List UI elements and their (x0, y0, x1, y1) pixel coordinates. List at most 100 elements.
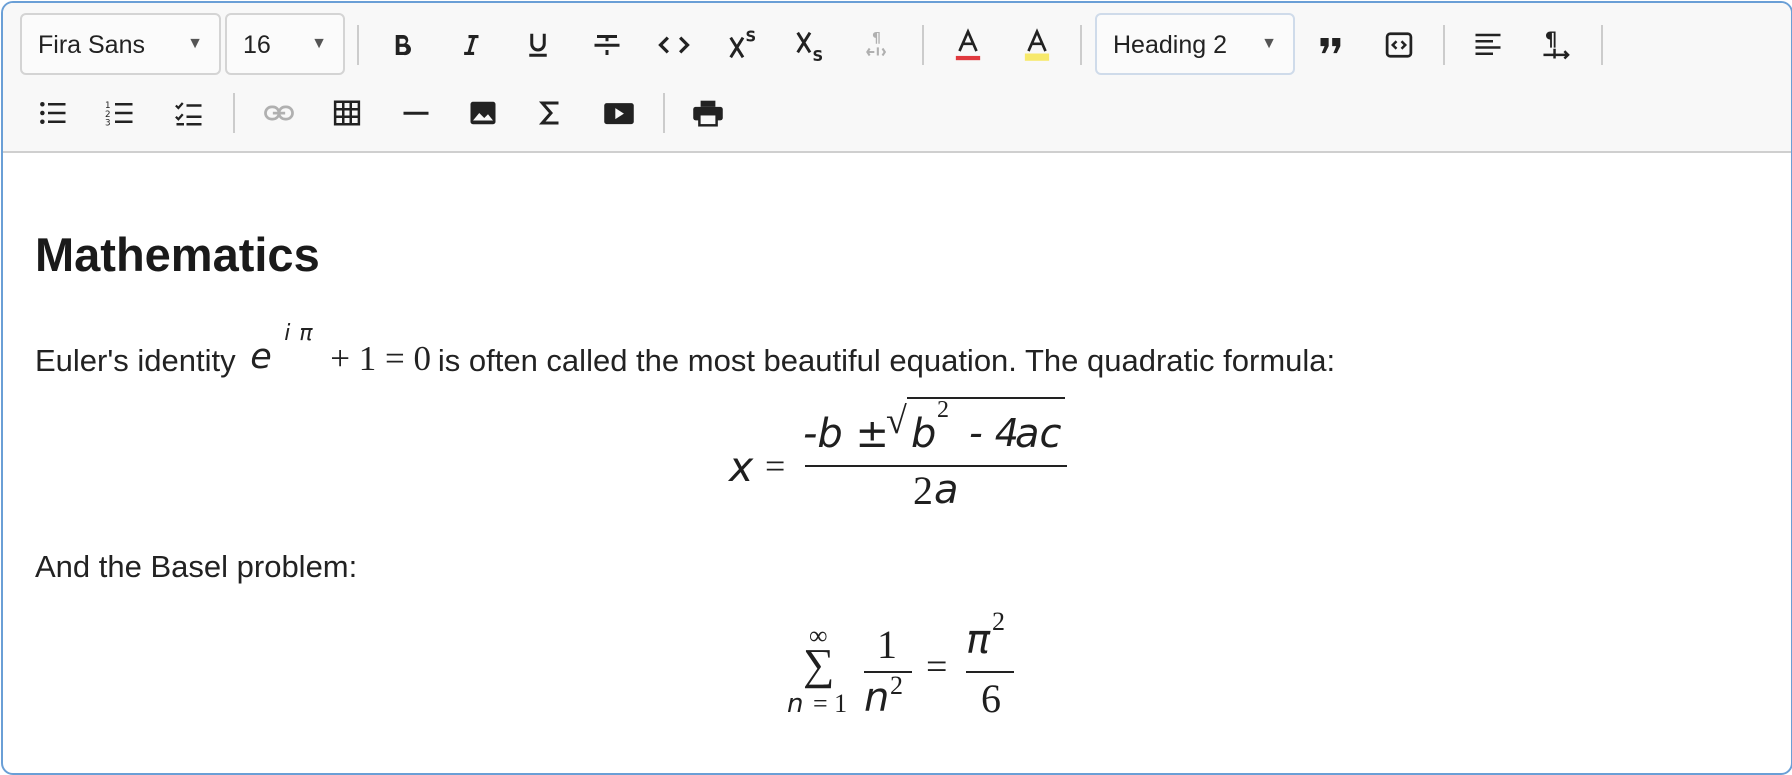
quote-icon (1317, 31, 1345, 59)
math-sigma: ∑ (803, 640, 835, 689)
underline-button[interactable] (510, 17, 566, 73)
strikethrough-button[interactable] (579, 17, 635, 73)
bullet-list-button[interactable] (25, 85, 81, 141)
table-button[interactable] (319, 85, 375, 141)
image-button[interactable] (455, 85, 511, 141)
underline-icon (523, 30, 553, 60)
block-style-value: Heading 2 (1113, 31, 1227, 59)
ordered-list-button[interactable]: 123 (92, 85, 148, 141)
block-style-select[interactable]: Heading 2 ▼ (1095, 13, 1295, 75)
toolbar-divider (357, 25, 359, 65)
ordered-list-icon: 123 (105, 98, 135, 128)
video-icon (603, 98, 635, 128)
print-button[interactable] (680, 85, 736, 141)
subscript-icon: S (794, 27, 826, 63)
heading-mathematics: Mathematics (35, 228, 320, 281)
math-rad-b: b (911, 411, 937, 457)
task-list-button[interactable] (161, 85, 217, 141)
horizontal-rule-button[interactable] (388, 85, 444, 141)
basel-formula: ∞ ∑ n = 1 1 n 2 = π 2 6 (783, 607, 1023, 729)
toolbar-row-1: Fira Sans ▼ 16 ▼ S S ¶ Heading 2 ▼ ¶ (3, 11, 1791, 77)
math-exp-pi: π (299, 321, 313, 346)
math-sum-lower-n: n (787, 689, 804, 719)
paragraph-text: Euler's identity (35, 343, 236, 378)
math-rest: + 1 = 0 (330, 339, 431, 378)
code-block-button[interactable] (1371, 17, 1427, 73)
math-den-a: a (934, 467, 959, 513)
chevron-down-icon: ▼ (1261, 35, 1277, 52)
highlight-icon (1022, 28, 1052, 62)
math-frac1-den-n: n (864, 675, 890, 721)
math-rad-exp: 2 (937, 397, 949, 423)
fraction-bar (966, 671, 1014, 673)
math-rad-minus-4: - 4 (969, 411, 1019, 455)
toolbar-divider (922, 25, 924, 65)
math-radical: √ (886, 400, 907, 442)
math-equals: = (926, 646, 948, 688)
video-button[interactable] (591, 85, 647, 141)
paragraph-text: is often called the most beautiful equat… (437, 343, 1336, 378)
align-left-icon (1473, 30, 1503, 60)
radical-overline (907, 397, 1065, 399)
text-color-icon (953, 28, 983, 62)
toolbar-divider (663, 93, 665, 133)
blockquote-button[interactable] (1303, 17, 1359, 73)
superscript-button[interactable]: S (715, 17, 771, 73)
text-direction-button[interactable]: ¶ (1529, 17, 1585, 73)
text-color-button[interactable] (940, 17, 996, 73)
clear-format-button[interactable]: ¶ (851, 17, 907, 73)
subscript-button[interactable]: S (782, 17, 838, 73)
math-base-e: e (250, 337, 272, 377)
svg-text:S: S (812, 48, 823, 63)
font-family-select[interactable]: Fira Sans ▼ (20, 13, 221, 75)
paragraph-basel: And the Basel problem: (35, 549, 358, 584)
svg-text:3: 3 (105, 119, 111, 129)
paragraph-euler: Euler's identity e i π + 1 = 0 is often … (35, 321, 1336, 379)
code-button[interactable] (646, 17, 702, 73)
toolbar-row-2: 123 (3, 79, 1791, 145)
toolbar: Fira Sans ▼ 16 ▼ S S ¶ Heading 2 ▼ ¶ 1 2… (3, 3, 1791, 153)
math-button[interactable] (523, 85, 579, 141)
toolbar-divider (1443, 25, 1445, 65)
font-size-value: 16 (243, 31, 271, 59)
math-frac2-den: 6 (981, 676, 1001, 721)
align-left-button[interactable] (1460, 17, 1516, 73)
chevron-down-icon: ▼ (187, 35, 203, 52)
math-var-x: x (729, 443, 754, 491)
link-button[interactable] (251, 85, 307, 141)
superscript-icon: S (727, 27, 759, 63)
math-rad-ac: ac (1015, 411, 1062, 457)
math-frac1-den-exp: 2 (890, 671, 903, 700)
toolbar-divider (233, 93, 235, 133)
math-sum-lower-rest: = 1 (813, 689, 848, 718)
math-frac2-num-exp: 2 (992, 607, 1005, 636)
bold-icon (387, 30, 417, 60)
svg-text:¶: ¶ (872, 31, 881, 47)
math-frac1-num: 1 (877, 622, 897, 667)
italic-button[interactable] (443, 17, 499, 73)
highlight-color-button[interactable] (1009, 17, 1065, 73)
image-icon (468, 98, 498, 128)
math-exp-i: i (284, 321, 291, 346)
code-icon (658, 30, 690, 60)
italic-icon (456, 30, 486, 60)
horizontal-rule-icon (401, 98, 431, 128)
quadratic-formula: x = -b ± √ b 2 - 4 ac 2 a (729, 397, 1069, 519)
math-numerator-b: -b ± (803, 411, 890, 457)
bold-button[interactable] (374, 17, 430, 73)
svg-text:S: S (745, 28, 756, 45)
code-block-icon (1384, 30, 1414, 60)
font-size-select[interactable]: 16 ▼ (225, 13, 345, 75)
text-direction-icon: ¶ (1541, 29, 1573, 61)
link-icon (263, 98, 295, 128)
strikethrough-icon (592, 30, 622, 60)
font-family-value: Fira Sans (38, 31, 145, 59)
rich-text-editor: Fira Sans ▼ 16 ▼ S S ¶ Heading 2 ▼ ¶ 1 2… (1, 1, 1792, 775)
math-frac2-num-pi: π (966, 617, 991, 663)
sigma-icon (536, 98, 566, 128)
table-icon (332, 98, 362, 128)
bullet-list-icon (38, 98, 68, 128)
printer-icon (692, 98, 724, 128)
fraction-bar (864, 671, 912, 673)
editor-content[interactable]: Mathematics Euler's identity e i π + 1 =… (3, 153, 1791, 773)
